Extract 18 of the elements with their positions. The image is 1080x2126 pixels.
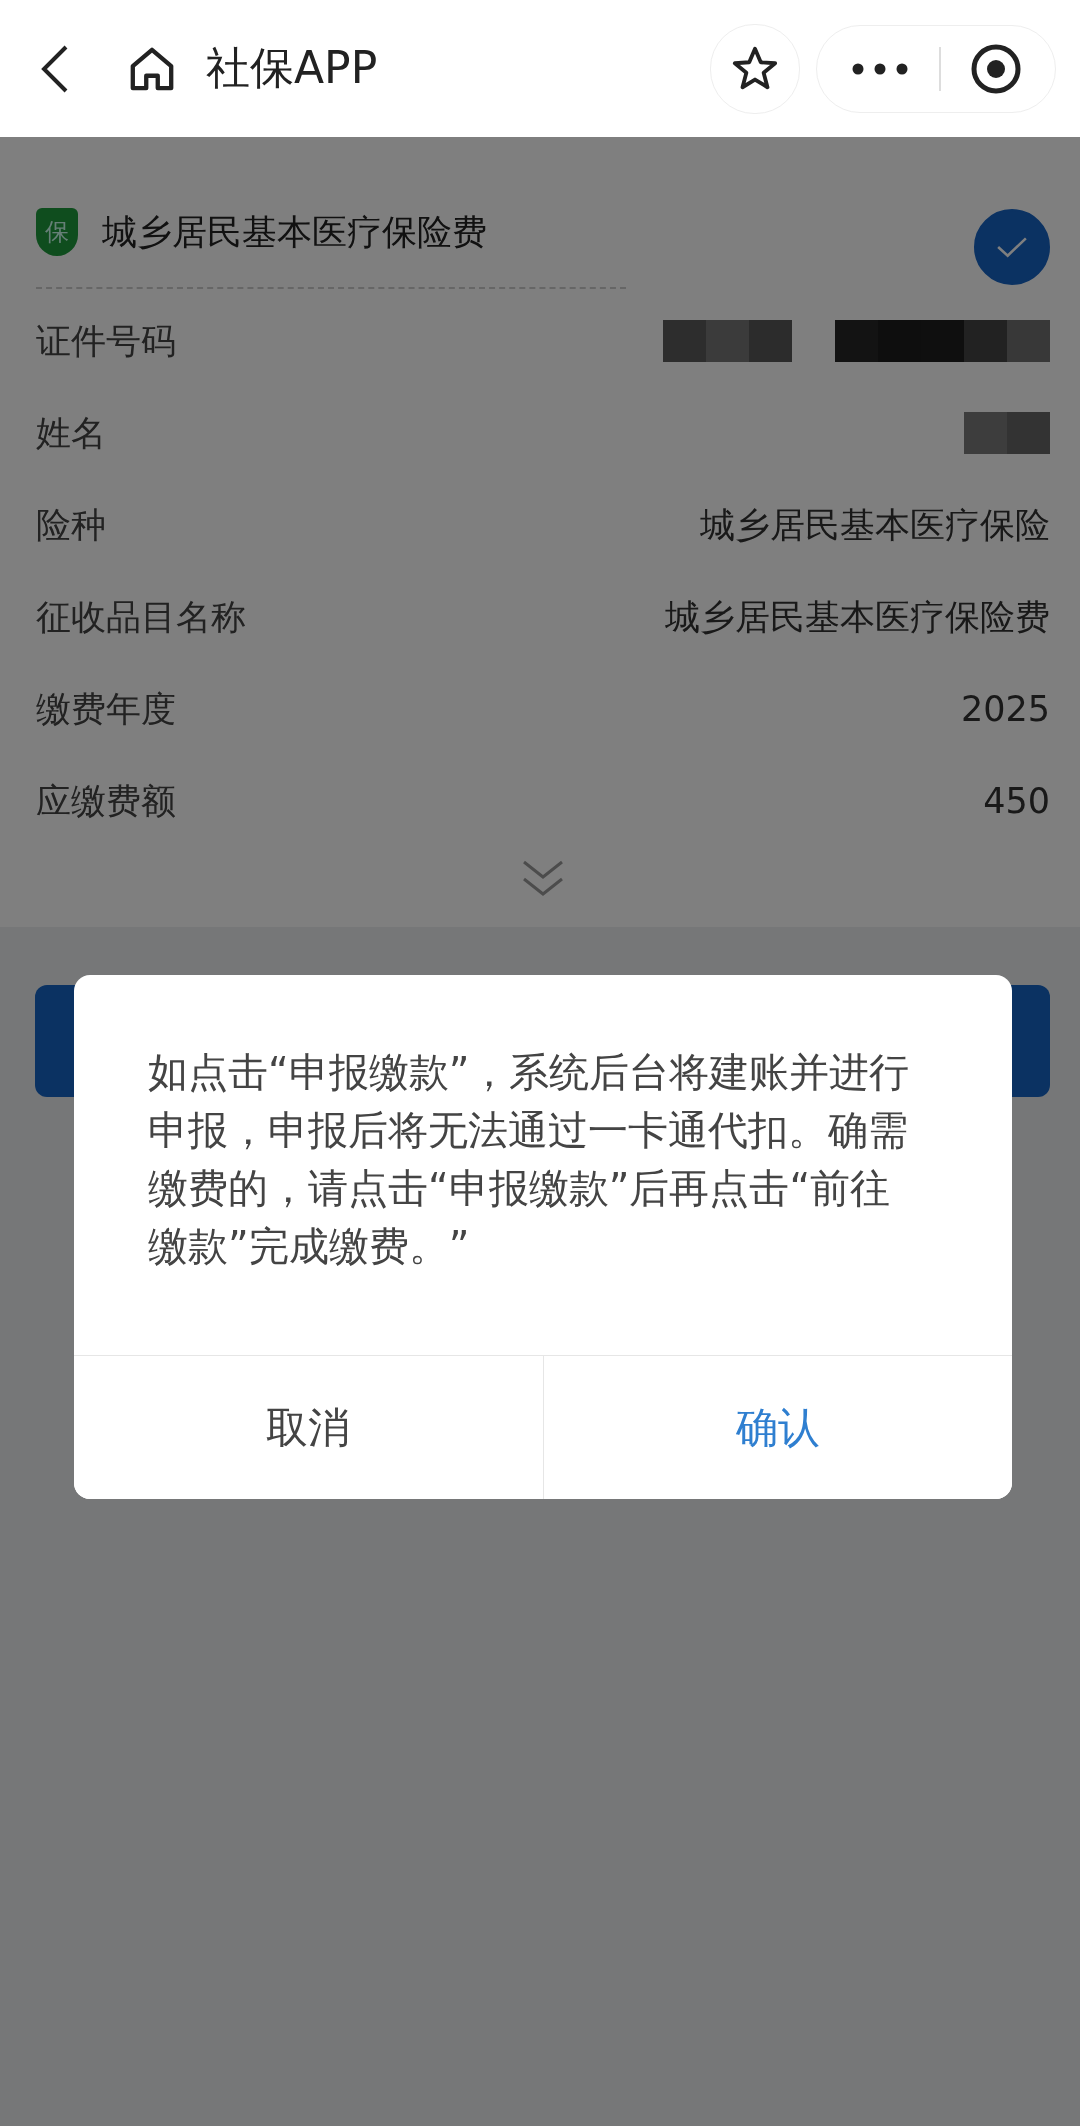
card-title: 城乡居民基本医疗保险费: [102, 210, 487, 254]
field-label: 缴费年度: [36, 687, 176, 731]
field-value: 城乡居民基本医疗保险费: [665, 595, 1050, 639]
field-label: 征收品目名称: [36, 595, 246, 639]
field-label: 证件号码: [36, 319, 176, 363]
field-value: 2025: [960, 689, 1050, 729]
confirm-button[interactable]: 确认: [542, 1356, 1012, 1499]
back-icon[interactable]: [40, 43, 70, 94]
field-label: 姓名: [36, 411, 106, 455]
favorite-button[interactable]: [710, 23, 800, 114]
field-value: 450: [983, 781, 1050, 821]
field-label: 险种: [36, 503, 106, 547]
dialog-message: 如点击“申报缴款”，系统后台将建账并进行申报，申报后将无法通过一卡通代扣。确需缴费的，请点击“申报缴款”后再点击“前往缴款”完成缴费。”: [148, 1048, 911, 1271]
shield-badge: 保: [36, 208, 78, 256]
field-label: 应缴费额: [36, 779, 176, 823]
field-value: 城乡居民基本医疗保险: [700, 503, 1050, 547]
close-target-icon[interactable]: [970, 42, 1023, 95]
app-title: 社保APP: [206, 41, 378, 95]
